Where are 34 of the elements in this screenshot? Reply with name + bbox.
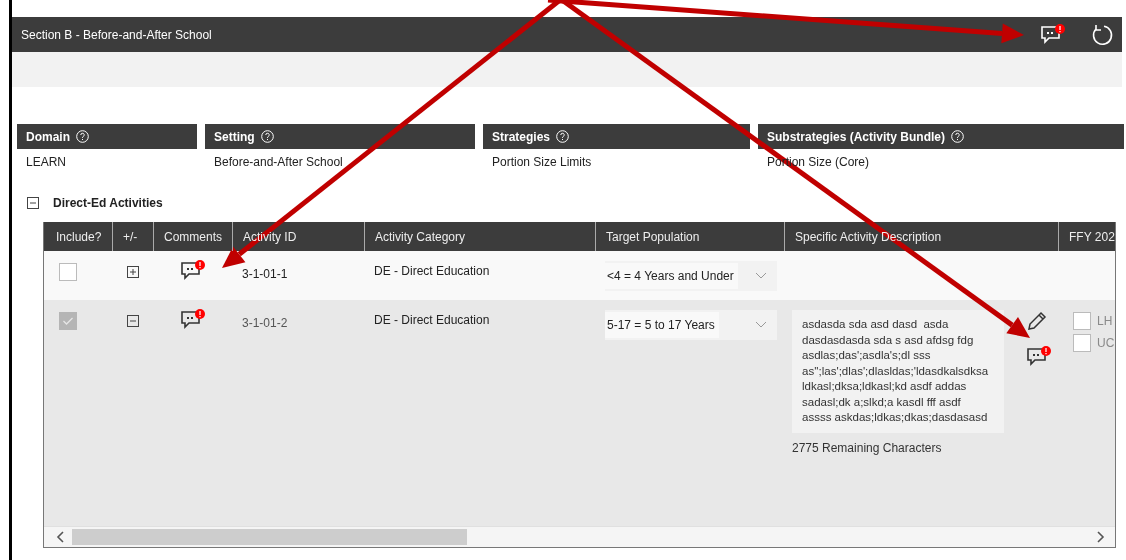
scrollbar-thumb[interactable]: [72, 529, 467, 545]
section-title: Section B - Before-and-After School: [21, 27, 212, 42]
group-title: Direct-Ed Activities: [53, 195, 163, 210]
population-dropdown[interactable]: <4 = 4 Years and Under: [605, 261, 777, 291]
info-value: Portion Size Limits: [492, 155, 592, 169]
help-icon[interactable]: [76, 130, 89, 143]
option-label: LH: [1097, 314, 1113, 328]
horizontal-scrollbar[interactable]: [44, 526, 1115, 547]
column-header: Include?: [55, 228, 103, 246]
help-icon[interactable]: [260, 130, 274, 143]
expand-icon[interactable]: [126, 266, 139, 278]
checkbox[interactable]: [59, 263, 77, 281]
chevron-down-icon: [755, 321, 767, 329]
help-icon[interactable]: [951, 130, 965, 143]
refresh-icon[interactable]: [1090, 22, 1114, 47]
table-cell: DE - Direct Education: [374, 313, 490, 327]
info-label: Setting: [214, 129, 255, 144]
info-label: Domain: [26, 129, 70, 144]
info-value: LEARN: [26, 155, 66, 169]
table-cell: 3-1-01-2: [242, 316, 288, 330]
remaining-characters: 2775 Remaining Characters: [792, 440, 943, 455]
chevron-down-icon: [755, 272, 767, 280]
option-label: UC: [1097, 336, 1115, 350]
table-cell: 3-1-01-1: [242, 267, 288, 281]
scroll-right-icon[interactable]: [1097, 531, 1105, 543]
scroll-left-icon[interactable]: [56, 531, 64, 543]
comment-icon[interactable]: [1040, 23, 1066, 46]
info-value: Before-and-After School: [214, 155, 343, 169]
help-icon[interactable]: [556, 130, 570, 143]
info-label: Substrategies (Activity Bundle): [767, 129, 946, 144]
comment-icon[interactable]: [179, 260, 206, 282]
collapse-icon[interactable]: [27, 196, 39, 209]
info-label: Strategies: [492, 129, 551, 144]
table-cell: DE - Direct Education: [374, 264, 490, 278]
